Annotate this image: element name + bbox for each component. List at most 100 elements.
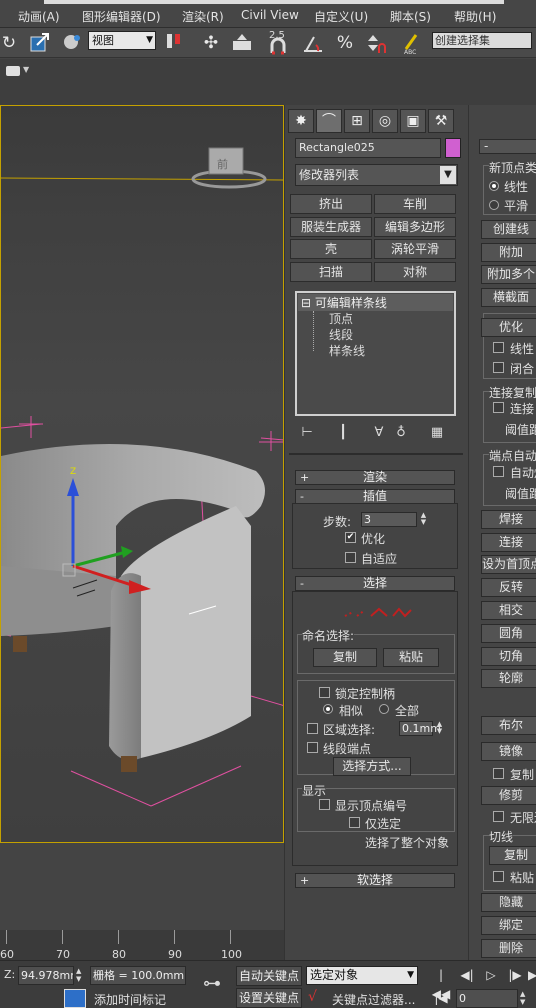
menu-graph-editors[interactable]: 图形编辑器(D) xyxy=(82,8,161,25)
spinner-snap-icon[interactable] xyxy=(362,31,388,55)
create-line-button[interactable]: 创建线 xyxy=(481,220,536,239)
rotate-icon[interactable]: ↻ xyxy=(0,31,18,55)
remove-modifier-icon[interactable]: ♁ xyxy=(391,423,411,443)
display-tab[interactable]: ▣ xyxy=(400,109,426,133)
selection-rollout-header[interactable]: - 选择 xyxy=(295,576,455,591)
refine-button[interactable]: 优化 xyxy=(481,318,536,337)
select-manipulate-icon[interactable]: ✣ xyxy=(200,31,222,55)
render-rollout-header[interactable]: + 渲染 xyxy=(295,470,455,485)
select-by-button[interactable]: 选择方式... xyxy=(333,757,411,776)
auto-weld-checkbox[interactable] xyxy=(493,466,504,477)
cross-section-button[interactable]: 横截面 xyxy=(481,288,536,307)
menu-rendering[interactable]: 渲染(R) xyxy=(182,8,224,25)
next-frame-icon[interactable]: |▶ xyxy=(504,966,526,985)
viewcube[interactable]: 前 xyxy=(191,147,267,189)
interpolation-rollout-header[interactable]: - 插值 xyxy=(295,489,455,504)
vertex-level-icon[interactable] xyxy=(343,606,413,620)
menu-civil-view[interactable]: Civil View xyxy=(241,8,299,22)
z-coord-field[interactable]: 94.978mm xyxy=(18,966,74,985)
copy-checkbox[interactable] xyxy=(493,768,504,779)
create-tab[interactable]: ✸ xyxy=(288,109,314,133)
only-selected-checkbox[interactable] xyxy=(349,817,360,828)
add-time-tag-label[interactable]: 添加时间标记 xyxy=(94,991,166,1008)
delete-button[interactable]: 删除 xyxy=(481,939,536,958)
turbosmooth-button[interactable]: 涡轮平滑 xyxy=(374,239,456,259)
motion-tab[interactable]: ◎ xyxy=(372,109,398,133)
area-select-spinner[interactable]: ▲ ▼ xyxy=(435,721,444,736)
infinite-bounds-checkbox[interactable] xyxy=(493,811,504,822)
connect-button[interactable]: 连接 xyxy=(481,533,536,552)
reverse-button[interactable]: 反转 xyxy=(481,578,536,597)
symmetry-button[interactable]: 对称 xyxy=(374,262,456,282)
set-key-button[interactable]: 设置关键点 xyxy=(236,988,302,1008)
previous-frame-icon[interactable]: ◀| xyxy=(456,966,478,985)
geometry-rollout-header[interactable]: - xyxy=(479,139,536,154)
named-selection-sets-field[interactable]: 创建选择集 xyxy=(432,32,532,49)
steps-input[interactable]: 3 xyxy=(361,512,417,527)
modifier-stack[interactable]: ⊟ 可编辑样条线 顶点 线段 样条线 xyxy=(295,291,456,416)
boolean-button[interactable]: 布尔 xyxy=(481,716,536,735)
menu-animation[interactable]: 动画(A) xyxy=(18,8,60,25)
show-end-result-icon[interactable]: ┃ xyxy=(333,423,353,443)
hide-button[interactable]: 隐藏 xyxy=(481,893,536,912)
layer-icon[interactable] xyxy=(6,66,20,76)
z-spinner[interactable]: ▲ ▼ xyxy=(76,967,84,984)
dropdown-icon[interactable]: ▼ xyxy=(23,65,29,74)
optimize-checkbox[interactable]: ✔ xyxy=(345,532,356,543)
all-radio[interactable] xyxy=(379,704,389,714)
connect-checkbox[interactable] xyxy=(493,402,504,413)
segment-end-checkbox[interactable] xyxy=(307,742,318,753)
fillet-button[interactable]: 圆角 xyxy=(481,624,536,643)
copy-named-button[interactable]: 复制 xyxy=(313,648,377,667)
stack-item-editable-spline[interactable]: ⊟ 可编辑样条线 xyxy=(298,294,453,311)
soft-selection-rollout-header[interactable]: + 软选择 xyxy=(295,873,455,888)
perspective-viewport[interactable]: 前 Z xyxy=(0,105,284,843)
sofa-seat[interactable] xyxy=(1,566,116,636)
menu-customize[interactable]: 自定义(U) xyxy=(314,8,368,25)
garment-maker-button[interactable]: 服装生成器 xyxy=(290,217,372,237)
hierarchy-tab[interactable]: ⊞ xyxy=(344,109,370,133)
menu-help[interactable]: 帮助(H) xyxy=(454,8,496,25)
sofa-arm[interactable] xyxy=(109,573,141,761)
use-pivot-icon[interactable] xyxy=(162,31,186,55)
intersect-button[interactable]: 相交 xyxy=(481,601,536,620)
pin-stack-icon[interactable]: ⊢ xyxy=(297,423,317,443)
shell-button[interactable]: 壳 xyxy=(290,239,372,259)
object-name-field[interactable]: Rectangle025 xyxy=(295,138,441,158)
configure-sets-icon[interactable]: ▦ xyxy=(427,423,447,443)
paste-named-button[interactable]: 粘贴 xyxy=(383,648,439,667)
angle-snap-icon[interactable] xyxy=(300,31,326,55)
auto-key-button[interactable]: 自动关键点 xyxy=(236,966,302,986)
modifier-list-dropdown[interactable]: 修改器列表 ▼ xyxy=(295,164,458,186)
go-to-end-icon[interactable]: ▶ xyxy=(528,966,536,985)
key-filters-button[interactable]: 关键点过滤器... xyxy=(332,991,415,1008)
percent-snap-icon[interactable]: % xyxy=(332,31,358,55)
key-mode-icon[interactable]: |◀ xyxy=(430,989,452,1008)
closed-checkbox[interactable] xyxy=(493,362,504,373)
edit-poly-button[interactable]: 编辑多边形 xyxy=(374,217,456,237)
key-selection-dropdown[interactable]: 选定对象 ▼ xyxy=(306,966,418,985)
mirror-button[interactable]: 镜像 xyxy=(481,742,536,761)
chamfer-button[interactable]: 切角 xyxy=(481,647,536,666)
attach-multiple-button[interactable]: 附加多个 xyxy=(481,265,536,284)
show-vertex-numbers-checkbox[interactable] xyxy=(319,799,330,810)
extrude-button[interactable]: 挤出 xyxy=(290,194,372,214)
similar-radio[interactable] xyxy=(323,704,333,714)
reference-coord-select[interactable]: 视图 ▼ xyxy=(88,31,156,50)
make-first-button[interactable]: 设为首顶点 xyxy=(481,555,536,574)
modify-tab[interactable]: ⌒ xyxy=(316,109,342,133)
weld-button[interactable]: 焊接 xyxy=(481,510,536,529)
trim-button[interactable]: 修剪 xyxy=(481,786,536,805)
frame-spinner[interactable]: ▲ ▼ xyxy=(520,990,530,1007)
pivot-icon[interactable] xyxy=(60,31,84,55)
play-icon[interactable]: ▷ xyxy=(480,966,502,985)
snaps-toggle-icon[interactable] xyxy=(268,31,294,55)
steps-spinner[interactable]: ▲ ▼ xyxy=(419,512,428,527)
tangent-paste-checkbox[interactable] xyxy=(493,871,504,882)
stack-item-segment[interactable]: 线段 xyxy=(329,326,353,343)
object-color-swatch[interactable] xyxy=(445,138,461,158)
sweep-button[interactable]: 扫描 xyxy=(290,262,372,282)
utilities-tab[interactable]: ⚒ xyxy=(428,109,454,133)
adaptive-checkbox[interactable] xyxy=(345,552,356,563)
linear-radio[interactable] xyxy=(489,181,499,191)
